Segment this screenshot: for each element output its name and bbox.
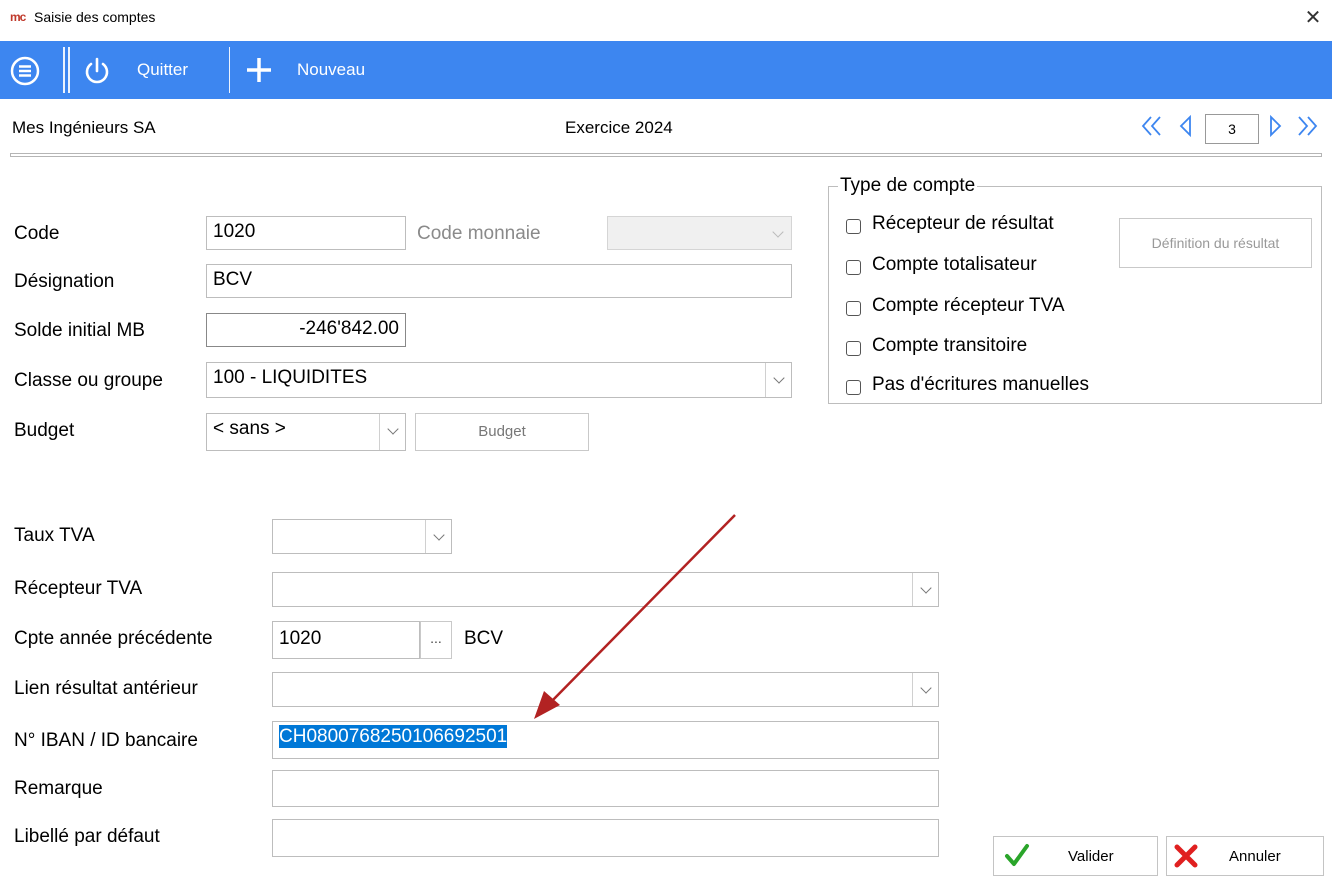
title-bar: mc Saisie des comptes ✕ xyxy=(0,0,1332,42)
currency-select[interactable] xyxy=(607,216,792,250)
default-text-label: Libellé par défaut xyxy=(14,826,160,847)
double-left-arrow-icon xyxy=(1141,116,1161,136)
plus-icon xyxy=(247,58,271,82)
chevron-down-icon[interactable] xyxy=(912,673,938,706)
last-record-button[interactable] xyxy=(1296,114,1318,143)
budget-value: < sans > xyxy=(213,418,286,439)
company-name: Mes Ingénieurs SA xyxy=(12,118,156,137)
checkbox-label: Pas d'écritures manuelles xyxy=(872,374,1089,395)
cancel-button[interactable]: Annuler xyxy=(1166,836,1324,876)
prev-year-label: Cpte année précédente xyxy=(14,628,213,649)
checkbox-label: Compte récepteur TVA xyxy=(872,295,1065,316)
prev-result-select[interactable] xyxy=(272,672,939,707)
toolbar-separator xyxy=(63,47,65,93)
toolbar: Quitter Nouveau xyxy=(0,41,1332,99)
left-arrow-icon xyxy=(1179,114,1191,138)
checkbox[interactable] xyxy=(846,380,861,395)
checkbox[interactable] xyxy=(846,219,861,234)
budget-select[interactable]: < sans > xyxy=(206,413,406,451)
toolbar-separator xyxy=(68,47,70,93)
checkbox[interactable] xyxy=(846,301,861,316)
menu-button[interactable] xyxy=(10,56,40,86)
chevron-down-icon xyxy=(765,217,791,249)
prev-result-label: Lien résultat antérieur xyxy=(14,678,198,699)
quit-button[interactable]: Quitter xyxy=(82,49,207,91)
opening-balance-input[interactable]: -246'842.00 xyxy=(206,313,406,347)
quit-label: Quitter xyxy=(137,60,189,79)
checkmark-icon xyxy=(1005,844,1029,866)
right-arrow-icon xyxy=(1270,114,1282,138)
prev-year-input[interactable]: 1020 xyxy=(272,621,420,659)
code-label: Code xyxy=(14,223,60,244)
new-button[interactable]: Nouveau xyxy=(244,49,384,91)
chevron-down-icon[interactable] xyxy=(425,520,451,553)
header-divider xyxy=(10,153,1322,157)
code-input[interactable]: 1020 xyxy=(206,216,406,250)
exercise-label: Exercice 2024 xyxy=(565,118,673,137)
default-text-input[interactable] xyxy=(272,819,939,857)
menu-icon xyxy=(10,56,40,86)
vat-rate-label: Taux TVA xyxy=(14,525,95,546)
power-icon xyxy=(85,57,109,84)
iban-label: N° IBAN / ID bancaire xyxy=(14,730,198,751)
window-title: Saisie des comptes xyxy=(34,9,156,25)
checkbox[interactable] xyxy=(846,260,861,275)
checkbox[interactable] xyxy=(846,341,861,356)
close-icon[interactable]: ✕ xyxy=(1299,4,1327,32)
toolbar-separator xyxy=(229,47,230,93)
validate-label: Valider xyxy=(1068,848,1114,865)
double-right-arrow-icon xyxy=(1298,116,1318,136)
cross-icon xyxy=(1174,844,1198,868)
class-label: Classe ou groupe xyxy=(14,370,163,391)
result-definition-button[interactable]: Définition du résultat xyxy=(1119,218,1312,268)
page-number-field[interactable]: 3 xyxy=(1205,114,1259,144)
chevron-down-icon[interactable] xyxy=(912,573,938,606)
budget-button[interactable]: Budget xyxy=(415,413,589,451)
first-record-button[interactable] xyxy=(1141,114,1163,143)
remark-label: Remarque xyxy=(14,778,103,799)
checkbox-label: Récepteur de résultat xyxy=(872,213,1054,234)
prev-year-name: BCV xyxy=(464,628,504,649)
next-record-button[interactable] xyxy=(1269,114,1283,143)
designation-label: Désignation xyxy=(14,271,115,292)
currency-label: Code monnaie xyxy=(417,223,541,244)
checkbox-label: Compte transitoire xyxy=(872,335,1028,356)
new-label: Nouveau xyxy=(297,60,366,79)
class-value: 100 - LIQUIDITES xyxy=(213,367,368,388)
class-select[interactable]: 100 - LIQUIDITES xyxy=(206,362,792,398)
validate-button[interactable]: Valider xyxy=(993,836,1158,876)
vat-receiver-select[interactable] xyxy=(272,572,939,607)
previous-record-button[interactable] xyxy=(1178,114,1192,143)
opening-balance-label: Solde initial MB xyxy=(14,320,145,341)
vat-receiver-label: Récepteur TVA xyxy=(14,578,143,599)
vat-rate-select[interactable] xyxy=(272,519,452,554)
iban-selected-text: CH0800768250106692501 xyxy=(279,725,508,748)
account-type-legend: Type de compte xyxy=(838,175,978,197)
iban-input[interactable]: CH0800768250106692501 xyxy=(272,721,939,759)
chevron-down-icon[interactable] xyxy=(379,414,405,450)
app-logo: mc xyxy=(10,10,26,24)
budget-label: Budget xyxy=(14,420,75,441)
cancel-label: Annuler xyxy=(1229,848,1281,865)
checkbox-label: Compte totalisateur xyxy=(872,254,1037,275)
designation-input[interactable]: BCV xyxy=(206,264,792,298)
browse-button[interactable]: ... xyxy=(420,621,452,659)
chevron-down-icon[interactable] xyxy=(765,363,791,397)
remark-input[interactable] xyxy=(272,770,939,807)
